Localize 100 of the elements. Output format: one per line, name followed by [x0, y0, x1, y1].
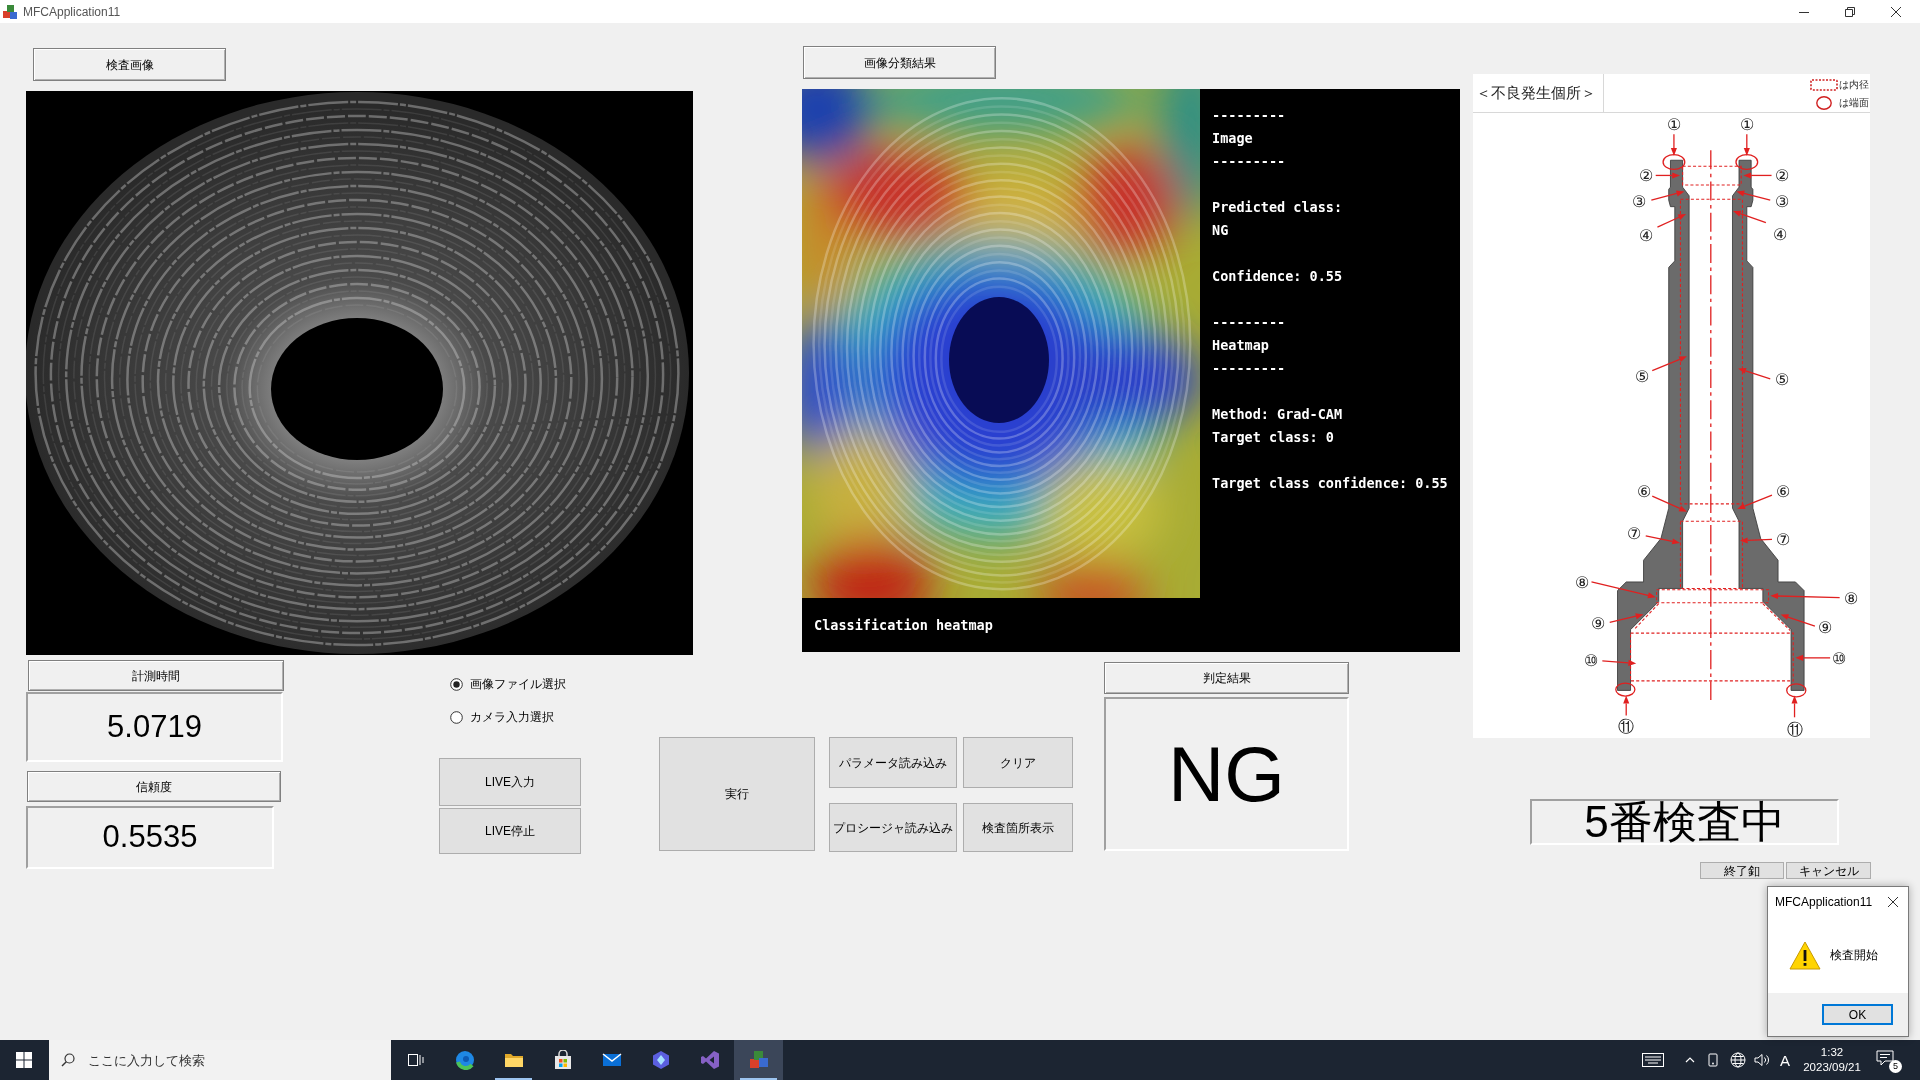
taskbar-button[interactable] [734, 1040, 783, 1080]
callout-number: ⑩ [1584, 651, 1599, 670]
leader-arrow [1645, 535, 1680, 545]
callout-number: ⑥ [1776, 481, 1791, 500]
field-label: 信頼度 [27, 771, 281, 802]
cancel-button[interactable]: キャンセル [1786, 862, 1871, 879]
keyboard-icon[interactable] [1642, 1053, 1664, 1067]
leader-arrow [1590, 581, 1656, 599]
radio-icon[interactable] [450, 710, 463, 724]
speaker-icon[interactable] [1754, 1052, 1770, 1068]
leader-arrow [1601, 659, 1637, 666]
result-text: Target class: 0 [1212, 428, 1335, 447]
clock-time: 1:32 [1820, 1045, 1844, 1060]
swirl-logo-icon [454, 1050, 475, 1070]
panel-title: ＜不良発生個所＞ [1476, 82, 1596, 103]
show-inspection-points-button[interactable]: 検査箇所表示 [963, 803, 1073, 852]
callout-number: ④ [1773, 225, 1788, 243]
phone-icon[interactable] [1707, 1053, 1719, 1067]
end-face-circle [1735, 153, 1759, 170]
dialog-title: MFCApplication11 [1775, 894, 1873, 911]
section-label: 画像分類結果 [803, 46, 996, 79]
blocks-icon [748, 1050, 769, 1070]
notification-badge: 5 [1889, 1060, 1902, 1073]
callout-number: ⑨ [1817, 618, 1832, 637]
legend-text: は端面 [1839, 95, 1869, 110]
leader-arrow [1739, 537, 1773, 544]
section-label: 判定結果 [1104, 662, 1349, 694]
leader-arrow [1743, 133, 1750, 156]
app-icon [2, 3, 18, 20]
radio-option[interactable]: 画像ファイル選択 [450, 674, 581, 694]
callout-number: ⑦ [1776, 530, 1791, 549]
callout-number: ① [1666, 115, 1681, 134]
callout-number: ⑦ [1627, 524, 1641, 543]
leader-arrow [1650, 190, 1685, 201]
globe-icon[interactable] [1730, 1052, 1746, 1068]
leader-arrow [1743, 172, 1773, 179]
start-icon[interactable] [16, 1052, 32, 1068]
field-label: 計測時間 [28, 660, 284, 691]
callout-number: ⑧ [1574, 572, 1589, 591]
search-icon [61, 1053, 75, 1067]
warning-icon [1789, 940, 1821, 970]
leader-arrow [1670, 133, 1677, 156]
restore-icon[interactable] [1845, 6, 1855, 17]
confidence-value: 0.5535 [26, 806, 274, 869]
end-face-circle [1786, 683, 1807, 698]
close-icon[interactable] [1888, 897, 1898, 907]
ribbon-logo-icon [699, 1050, 720, 1070]
callout-number: ⑪ [1786, 719, 1803, 738]
heatmap-caption: Classification heatmap [814, 615, 993, 635]
notification-icon[interactable] [1876, 1050, 1894, 1066]
callout-number: ② [1638, 166, 1653, 185]
chevron-up-icon[interactable] [1685, 1055, 1695, 1065]
result-text: Method: Grad-CAM [1212, 405, 1344, 424]
ok-button[interactable]: OK [1822, 1004, 1893, 1025]
result-text: Target class confidence: 0.55 [1212, 474, 1448, 493]
search-field[interactable]: ここに入力して検索 [49, 1040, 391, 1080]
clock-date: 2023/09/21 [1803, 1060, 1861, 1075]
load-parameters-button[interactable]: パラメータ読み込み [829, 737, 957, 788]
dotted-rect-icon [1810, 78, 1838, 91]
callout-number: ⑨ [1591, 614, 1606, 633]
leader-arrow [1651, 495, 1687, 512]
measured-time-value: 5.0719 [26, 692, 283, 762]
end-face-circle [1615, 682, 1636, 697]
hexagon-logo-icon [650, 1050, 671, 1070]
legend-text: は内径 [1839, 77, 1869, 92]
ime-mode-indicator[interactable]: A [1780, 1052, 1790, 1068]
run-button[interactable]: 実行 [659, 737, 815, 851]
finish-button[interactable]: 終了釦 [1700, 862, 1784, 879]
result-text: Confidence: 0.55 [1212, 267, 1344, 286]
leader-arrow [1656, 214, 1687, 228]
live-input-button[interactable]: LIVE入力 [439, 758, 581, 806]
load-procedure-button[interactable]: プロシージャ読み込み [829, 803, 957, 852]
judgement-value: NG [1104, 697, 1349, 851]
callout-number: ③ [1774, 192, 1789, 211]
task-view-icon[interactable] [408, 1052, 424, 1068]
live-stop-button[interactable]: LIVE停止 [439, 808, 581, 854]
leader-arrow [1736, 190, 1771, 201]
callout-number: ⑥ [1637, 481, 1652, 500]
close-icon[interactable] [1891, 6, 1901, 17]
leader-arrow [1655, 172, 1680, 179]
result-text: Heatmap [1212, 336, 1270, 355]
leader-arrow [1780, 614, 1816, 627]
leader-arrow [1651, 356, 1687, 372]
leader-arrow [1795, 654, 1831, 661]
status-display: 5番検査中 [1530, 799, 1839, 845]
dialog-message: 検査開始 [1830, 947, 1878, 964]
callout-number: ④ [1638, 225, 1653, 244]
chamfer-outline [1762, 603, 1791, 632]
clear-button[interactable]: クリア [963, 737, 1073, 788]
result-text: Predicted class: [1212, 198, 1344, 217]
window-title: MFCApplication11 [23, 3, 121, 21]
leader-arrow [1732, 210, 1767, 224]
callout-number: ② [1774, 166, 1789, 185]
radio-icon[interactable] [450, 677, 463, 691]
leader-arrow [1770, 593, 1841, 600]
radio-option[interactable]: カメラ入力選択 [450, 707, 581, 727]
result-text: --------- [1212, 359, 1287, 378]
callout-number: ⑤ [1775, 369, 1790, 388]
leader-arrow [1791, 695, 1798, 718]
callout-number: ③ [1632, 192, 1647, 211]
